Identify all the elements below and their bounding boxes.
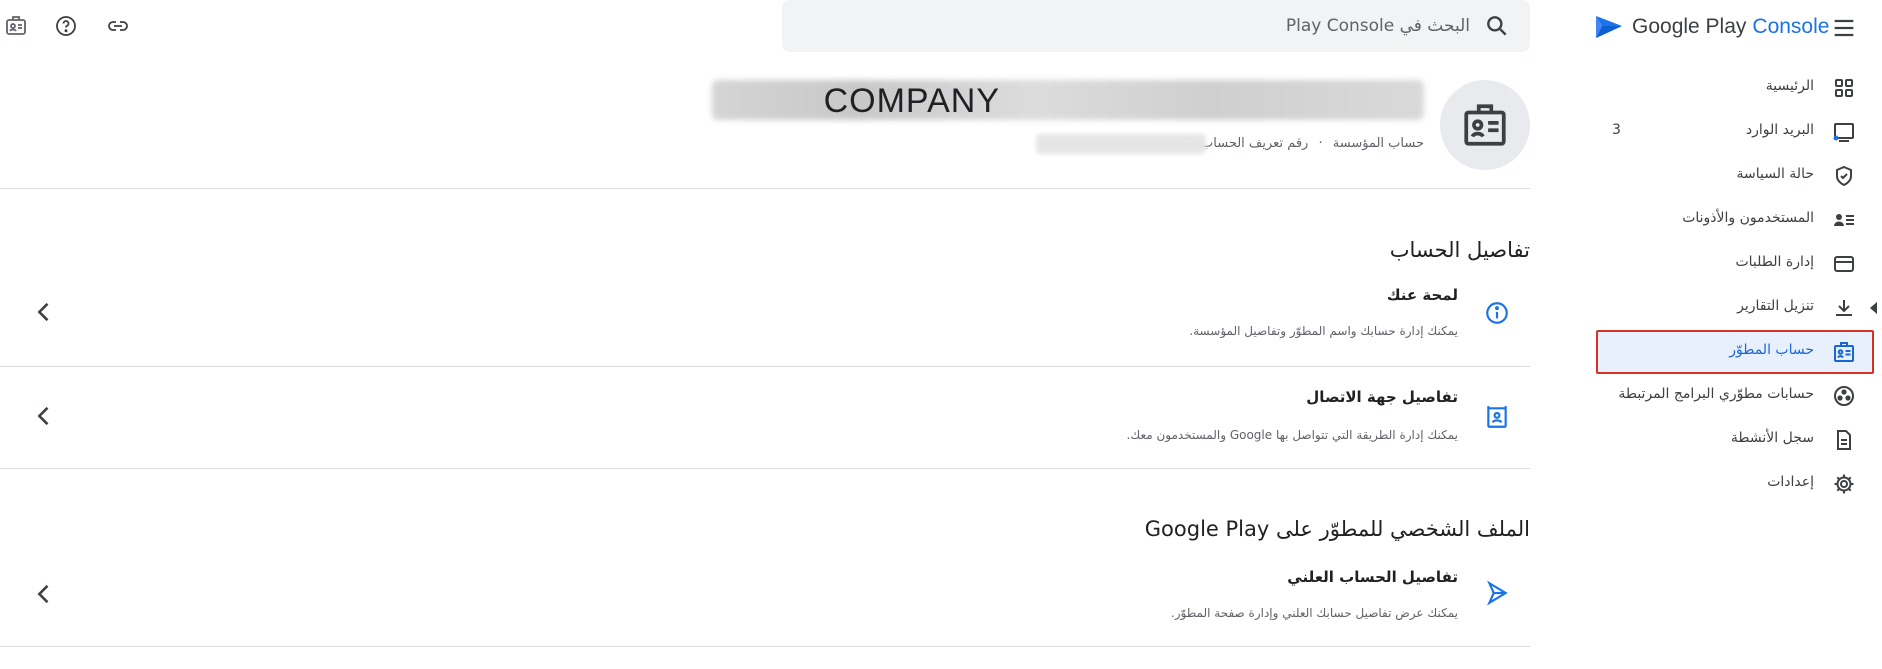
sidebar-item-policy-status[interactable]: حالة السياسة <box>1560 154 1882 198</box>
sidebar-item-label: إعدادات <box>1767 474 1814 490</box>
row-title: لمحة عنك <box>1386 286 1458 304</box>
download-icon <box>1836 300 1852 316</box>
grid-icon <box>1835 79 1853 97</box>
sidebar-item-label: المستخدمون والأذونات <box>1682 210 1814 226</box>
sidebar-item-order-management[interactable]: إدارة الطلبات <box>1560 242 1882 286</box>
info-icon <box>1486 302 1508 324</box>
account-avatar <box>1440 80 1530 170</box>
inbox-icon <box>1833 123 1854 142</box>
separator: · <box>1318 136 1323 151</box>
sidebar-item-users-permissions[interactable]: المستخدمون والأذونات <box>1560 198 1882 242</box>
inbox-count-badge: 3 <box>1612 122 1621 138</box>
badge-icon <box>1834 342 1854 362</box>
brand-logo[interactable]: Google Play Console <box>1594 12 1829 42</box>
row-public-account-details[interactable]: تفاصيل الحساب العلني يمكنك عرض تفاصيل حس… <box>0 562 1530 647</box>
search-bar[interactable]: البحث في Play Console <box>782 0 1530 52</box>
account-header: COMPANY حساب المؤسسة · رقم تعريف الحساب:… <box>0 60 1530 189</box>
sidebar-item-inbox[interactable]: البريد الوارد 3 <box>1560 110 1882 154</box>
sidebar-item-label: تنزيل التقارير <box>1737 298 1814 314</box>
sidebar-collapse-arrow-icon[interactable] <box>1870 302 1877 314</box>
search-placeholder[interactable]: البحث في Play Console <box>1286 16 1470 36</box>
row-description: يمكنك إدارة الطريقة التي تتواصل بها Goog… <box>1126 428 1458 442</box>
account-type: حساب المؤسسة <box>1332 136 1424 151</box>
section-title-developer-profile: الملف الشخصي للمطوّر على Google Play <box>1144 517 1530 541</box>
chevron-left-icon[interactable] <box>30 402 58 430</box>
row-contact-details[interactable]: تفاصيل جهة الاتصال يمكنك إدارة الطريقة ا… <box>0 366 1530 469</box>
row-title: تفاصيل الحساب العلني <box>1287 568 1458 586</box>
row-title: تفاصيل جهة الاتصال <box>1306 388 1458 406</box>
play-icon <box>1487 580 1508 606</box>
account-subline: حساب المؤسسة · رقم تعريف الحساب: 8 <box>1184 136 1424 151</box>
row-description: يمكنك إدارة حسابك واسم المطوّر وتفاصيل ا… <box>1189 324 1458 338</box>
sidebar-item-home[interactable]: الرئيسية <box>1560 66 1882 110</box>
help-icon[interactable] <box>50 10 82 42</box>
sidebar-item-activity-log[interactable]: سجل الأنشطة <box>1560 418 1882 462</box>
sidebar-item-settings[interactable]: إعدادات <box>1560 462 1882 506</box>
play-console-logo-icon <box>1596 16 1622 38</box>
sidebar-item-label: البريد الوارد <box>1745 122 1814 138</box>
chevron-left-icon[interactable] <box>30 298 58 326</box>
sidebar-item-label: حسابات مطوّري البرامج المرتبطة <box>1618 386 1814 402</box>
badge-icon[interactable] <box>0 10 32 42</box>
gear-icon <box>1834 474 1854 494</box>
top-bar: البحث في Play Console Google Play Consol… <box>0 0 1882 56</box>
sidebar-item-label: الرئيسية <box>1765 78 1814 94</box>
company-name: COMPANY <box>823 82 1000 120</box>
sidebar-item-download-reports[interactable]: تنزيل التقارير <box>1560 286 1882 330</box>
redacted-account-id <box>1036 134 1206 154</box>
redacted-company-name <box>712 80 1424 120</box>
sidebar-item-label: إدارة الطلبات <box>1735 254 1814 270</box>
sidebar-item-linked-accounts[interactable]: حسابات مطوّري البرامج المرتبطة <box>1560 374 1882 418</box>
search-icon[interactable] <box>1484 13 1510 39</box>
sidebar-item-label: حالة السياسة <box>1736 166 1814 182</box>
shield-check-icon <box>1836 165 1852 187</box>
badge-icon <box>1464 104 1506 146</box>
row-about-you[interactable]: لمحة عنك يمكنك إدارة حسابك واسم المطوّر … <box>0 284 1530 367</box>
sidebar-item-label: حساب المطوّر <box>1729 342 1814 358</box>
brand-suffix: Console <box>1752 15 1830 38</box>
contact-card-icon <box>1487 406 1507 428</box>
document-icon <box>1837 430 1851 450</box>
sidebar-item-label: سجل الأنشطة <box>1730 430 1814 446</box>
people-list-icon <box>1834 214 1854 226</box>
section-title-account-details: تفاصيل الحساب <box>1389 238 1530 262</box>
chevron-left-icon[interactable] <box>30 580 58 608</box>
hamburger-menu-icon[interactable] <box>1830 14 1858 42</box>
credit-card-icon <box>1834 256 1854 272</box>
linked-accounts-icon <box>1834 386 1854 406</box>
link-icon[interactable] <box>102 10 134 42</box>
brand-name: Google Play <box>1632 15 1747 38</box>
sidebar-item-developer-account[interactable]: حساب المطوّر <box>1560 330 1882 374</box>
row-description: يمكنك عرض تفاصيل حسابك العلني وإدارة صفح… <box>1170 606 1458 620</box>
